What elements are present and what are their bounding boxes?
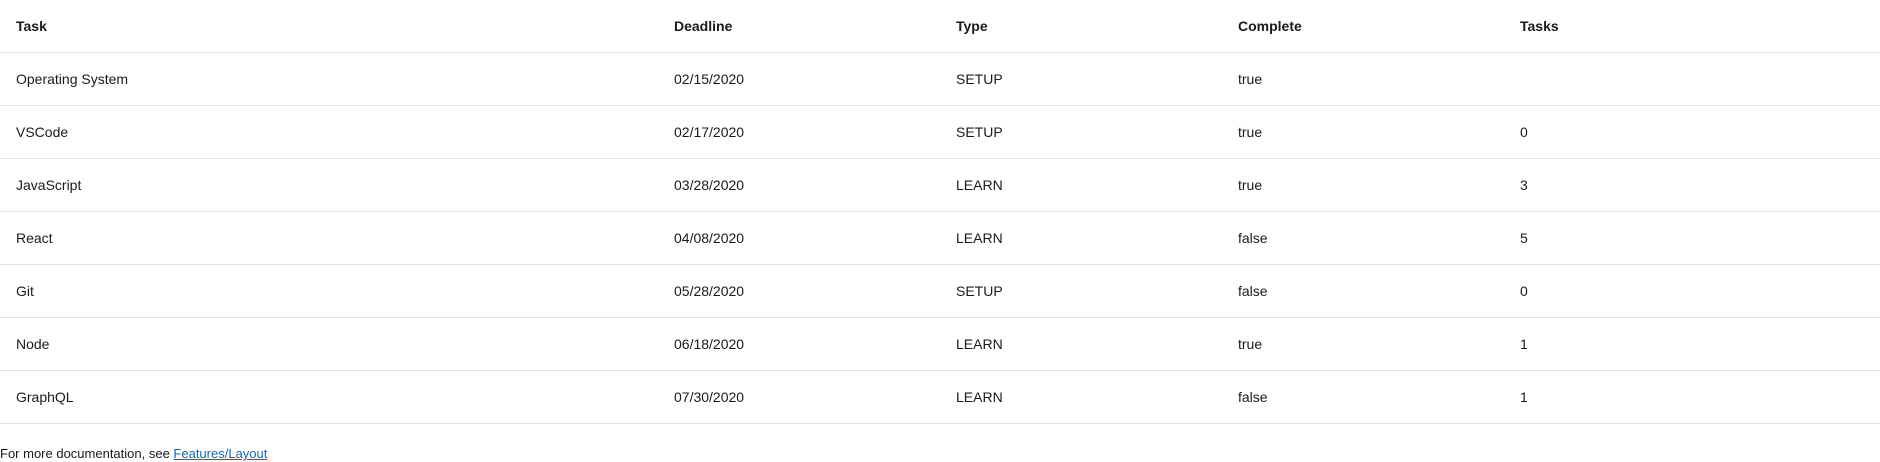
cell-type: LEARN	[956, 389, 1003, 405]
cell-task: GraphQL	[16, 389, 74, 405]
cell-complete: false	[1238, 230, 1268, 246]
cell-deadline: 07/30/2020	[674, 389, 745, 405]
column-header-type[interactable]: Type	[956, 0, 988, 52]
cell-tasks: 5	[1520, 230, 1528, 246]
table-row[interactable]: Operating System 02/15/2020 SETUP true	[0, 53, 1880, 106]
cell-tasks: 0	[1520, 124, 1528, 140]
table-header-row: Task Deadline Type Complete Tasks	[0, 0, 1880, 53]
cell-complete: true	[1238, 71, 1263, 87]
cell-complete: true	[1238, 177, 1263, 193]
cell-complete: false	[1238, 389, 1268, 405]
features-layout-link[interactable]: Features/Layout	[173, 446, 267, 461]
cell-tasks: 1	[1520, 389, 1528, 405]
table-row[interactable]: React 04/08/2020 LEARN false 5	[0, 212, 1880, 265]
table-row[interactable]: JavaScript 03/28/2020 LEARN true 3	[0, 159, 1880, 212]
table-row[interactable]: Node 06/18/2020 LEARN true 1	[0, 318, 1880, 371]
cell-deadline: 05/28/2020	[674, 283, 745, 299]
cell-complete: true	[1238, 336, 1263, 352]
column-header-tasks[interactable]: Tasks	[1520, 0, 1559, 52]
cell-task: React	[16, 230, 53, 246]
column-header-complete[interactable]: Complete	[1238, 0, 1302, 52]
cell-task: Git	[16, 283, 34, 299]
cell-task: Node	[16, 336, 50, 352]
column-header-task[interactable]: Task	[16, 0, 47, 52]
cell-task: JavaScript	[16, 177, 82, 193]
table-row[interactable]: Git 05/28/2020 SETUP false 0	[0, 265, 1880, 318]
cell-complete: true	[1238, 124, 1263, 140]
cell-tasks: 0	[1520, 283, 1528, 299]
cell-type: SETUP	[956, 283, 1003, 299]
cell-tasks: 3	[1520, 177, 1528, 193]
cell-type: LEARN	[956, 336, 1003, 352]
cell-deadline: 06/18/2020	[674, 336, 745, 352]
cell-deadline: 03/28/2020	[674, 177, 745, 193]
cell-type: LEARN	[956, 230, 1003, 246]
cell-type: SETUP	[956, 124, 1003, 140]
cell-tasks: 1	[1520, 336, 1528, 352]
table-row[interactable]: VSCode 02/17/2020 SETUP true 0	[0, 106, 1880, 159]
cell-deadline: 02/17/2020	[674, 124, 745, 140]
cell-task: Operating System	[16, 71, 129, 87]
column-header-deadline[interactable]: Deadline	[674, 0, 732, 52]
table-row[interactable]: GraphQL 07/30/2020 LEARN false 1	[0, 371, 1880, 424]
cell-type: LEARN	[956, 177, 1003, 193]
cell-deadline: 04/08/2020	[674, 230, 745, 246]
cell-complete: false	[1238, 283, 1268, 299]
footer-text: For more documentation, see	[0, 446, 174, 461]
cell-deadline: 02/15/2020	[674, 71, 745, 87]
tasks-table: Task Deadline Type Complete Tasks Operat…	[0, 0, 1880, 424]
documentation-footer: For more documentation, see Features/Lay…	[0, 446, 267, 461]
cell-type: SETUP	[956, 71, 1003, 87]
cell-task: VSCode	[16, 124, 69, 140]
